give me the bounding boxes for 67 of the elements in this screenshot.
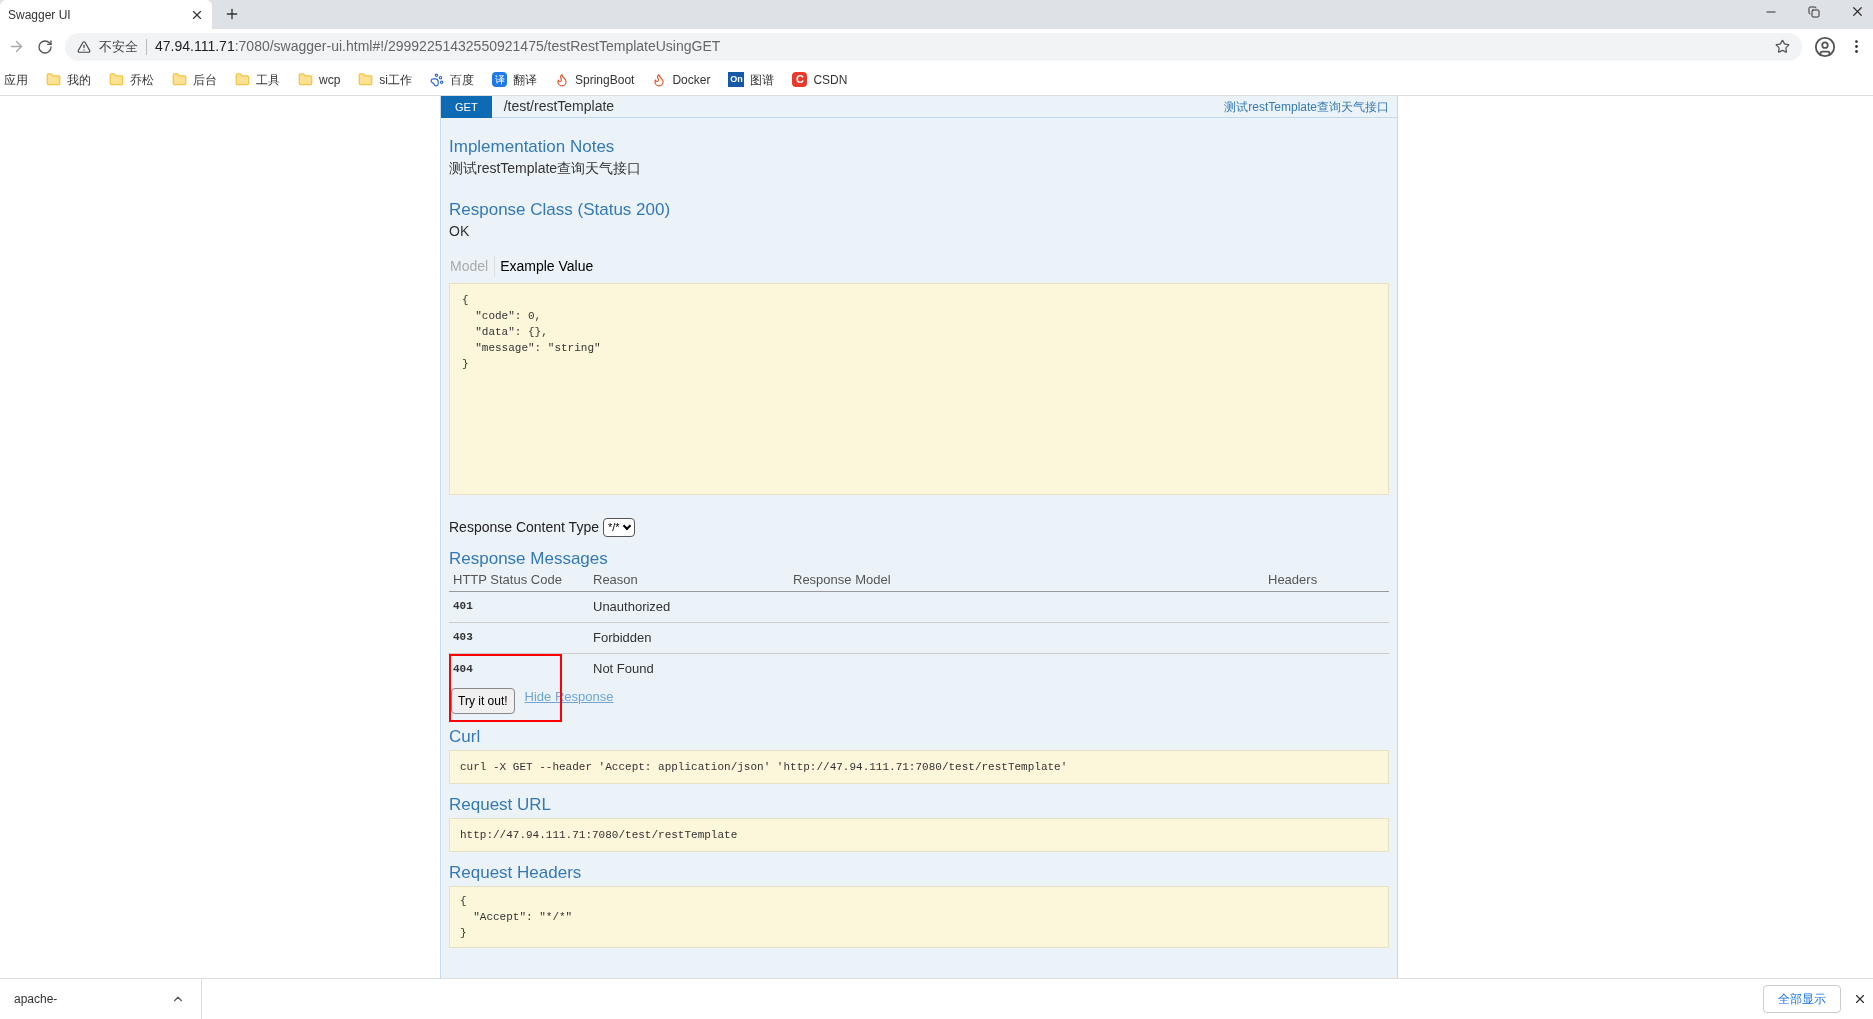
csdn-icon: C [792,72,808,87]
operation-path: /test/restTemplate [503,97,615,116]
reload-icon[interactable] [37,38,53,55]
section-title: Response Messages [449,548,609,570]
close-window-icon[interactable] [1850,4,1865,19]
request-headers-box: { "Accept": "*/*" } [449,885,1389,948]
folder-icon [172,72,187,87]
section-title: Request Headers [449,861,583,884]
flame-icon [652,72,667,87]
status-code-cell-text: 403 [452,630,474,646]
bookmark-item[interactable]: 应用 [4,70,28,89]
content-type-label: Response Content Type [449,518,599,537]
operation-summary: 测试restTemplate查询天气接口 [1224,98,1389,116]
bookmark-item[interactable]: C CSDN [792,70,848,89]
column-header: Reason [592,571,639,589]
folder-icon [298,72,313,87]
bookmark-item[interactable]: 我的 [46,70,91,89]
paw-icon [430,72,444,87]
bookmark-icon: On [728,72,745,87]
bookmark-item[interactable]: 译 翻译 [492,70,537,89]
profile-icon[interactable] [1814,35,1836,58]
column-header: HTTP Status Code [452,571,563,589]
section-title: Response Class (Status 200) [449,199,672,221]
restore-icon[interactable] [1808,5,1820,18]
translate-icon: 译 [492,72,507,87]
folder-icon [235,72,250,87]
notes-text: 测试restTemplate查询天气接口 [449,159,643,178]
bookmark-item[interactable]: 工具 [235,70,280,89]
column-header: Response Model [792,571,892,589]
response-class-text: OK [449,222,471,241]
method-badge: GET [441,96,492,118]
folder-icon [46,72,61,87]
bookmark-item[interactable]: wcp [298,70,341,89]
status-code-cell-text: 401 [452,599,474,615]
curl-box: curl -X GET --header 'Accept: application/json' 'http://47.94.111.71:7080/test/restTemplate' [449,749,1389,784]
example-value-box: { "code": 0, "data": {}, "message": "string" } [449,283,1389,495]
reason-cell-text: Unauthorized [592,597,672,616]
bookmark-item[interactable]: 后台 [172,70,217,89]
status-code-cell-text: 404 [452,661,474,677]
reason-cell-text: Forbidden [592,628,653,647]
warning-icon [77,39,91,54]
reason-cell-text: Not Found [592,660,655,679]
section-title: Implementation Notes [449,136,616,158]
bookmark-item[interactable]: si工作 [358,70,412,89]
try-it-out-button[interactable]: Try it out! [451,687,515,714]
column-header: Headers [1267,571,1319,589]
show-all-button[interactable]: 全部显示 [1763,985,1841,1013]
download-file-name[interactable]: apache- [14,990,58,1008]
address-bar[interactable]: 不安全 47.94.111.71:7080/swagger-ui.html#!/29992251432550921475/testRestTemplateUsingGET [65,32,1802,61]
folder-icon [109,72,124,87]
model-tab[interactable]: Example Value [494,256,600,277]
close-icon[interactable] [1853,992,1867,1006]
section-title: Request URL [449,793,553,816]
operation-header[interactable]: GET /test/restTemplate 测试restTemplate查询天气接口 [441,96,1397,118]
content-type-select[interactable]: */* [602,518,635,537]
new-tab-icon[interactable] [224,6,240,22]
bookmark-item[interactable]: 乔松 [109,70,154,89]
bookmark-item[interactable]: 百度 [430,70,474,89]
request-url-box: http://47.94.111.71:7080/test/restTemplate [449,817,1389,852]
bookmark-star-icon[interactable] [1775,39,1790,54]
folder-icon [358,72,374,87]
browser-tab[interactable]: Swagger UI [0,0,212,29]
bookmark-item[interactable]: Docker [652,70,711,89]
flame-icon [555,72,569,87]
bookmark-item[interactable]: On 图谱 [728,70,775,89]
section-title: Curl [449,725,482,748]
bookmark-item[interactable]: SpringBoot [555,70,635,89]
